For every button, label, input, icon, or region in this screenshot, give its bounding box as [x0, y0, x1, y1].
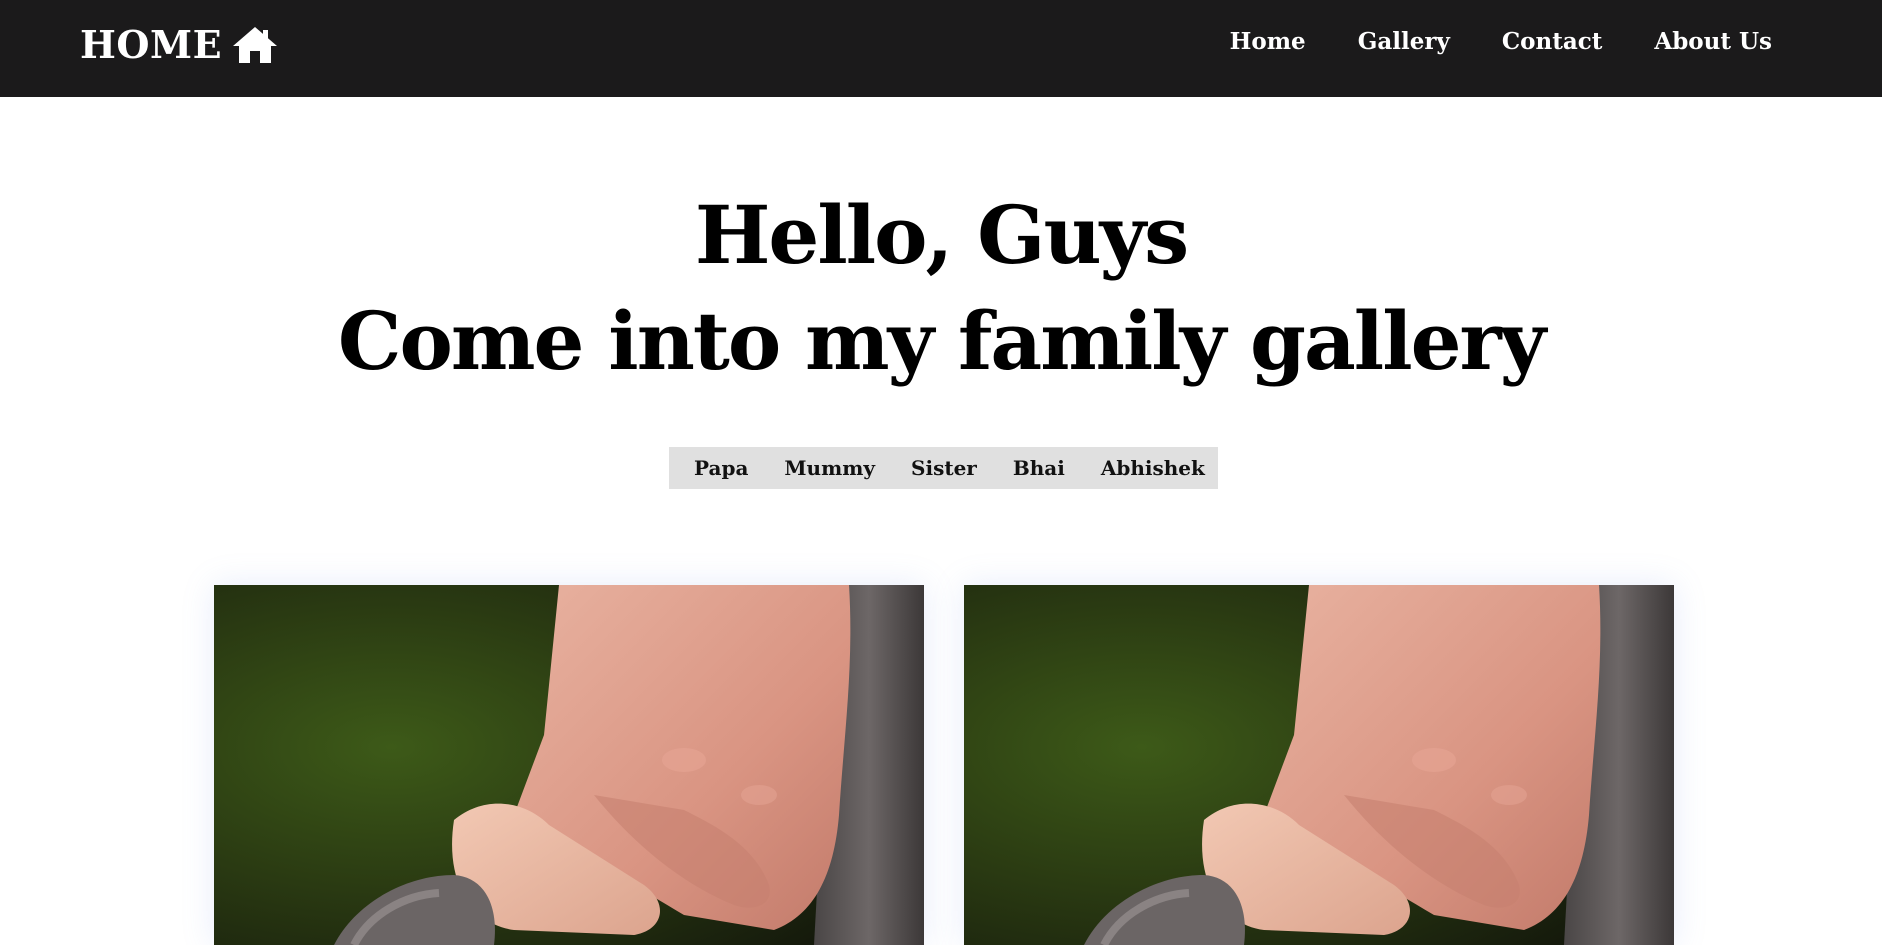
gallery-card[interactable]	[964, 585, 1674, 945]
main-nav: Home Gallery Contact About Us	[1230, 24, 1772, 60]
house-icon	[232, 25, 278, 65]
filter-sister[interactable]: Sister	[911, 456, 977, 480]
nav-link-gallery[interactable]: Gallery	[1358, 24, 1450, 60]
gallery-photo	[964, 585, 1674, 945]
gallery-photo	[214, 585, 924, 945]
nav-link-about-us[interactable]: About Us	[1654, 24, 1772, 60]
hero-heading: Hello, Guys Come into my family gallery	[0, 182, 1882, 394]
hero-greeting: Hello, Guys	[694, 188, 1189, 282]
brand-home-link[interactable]: HOME	[80, 22, 278, 67]
filter-papa[interactable]: Papa	[694, 456, 748, 480]
nav-link-contact[interactable]: Contact	[1502, 24, 1603, 60]
gallery-filter-bar: Papa Mummy Sister Bhai Abhishek	[669, 447, 1218, 489]
filter-abhishek[interactable]: Abhishek	[1101, 456, 1205, 480]
gallery-card[interactable]	[214, 585, 924, 945]
nav-link-home[interactable]: Home	[1230, 24, 1306, 60]
filter-bhai[interactable]: Bhai	[1013, 456, 1065, 480]
filter-mummy[interactable]: Mummy	[784, 456, 875, 480]
hero-subtitle: Come into my family gallery	[337, 294, 1546, 388]
navbar: HOME Home Gallery Contact About Us	[0, 0, 1882, 97]
brand-label: HOME	[80, 22, 223, 67]
